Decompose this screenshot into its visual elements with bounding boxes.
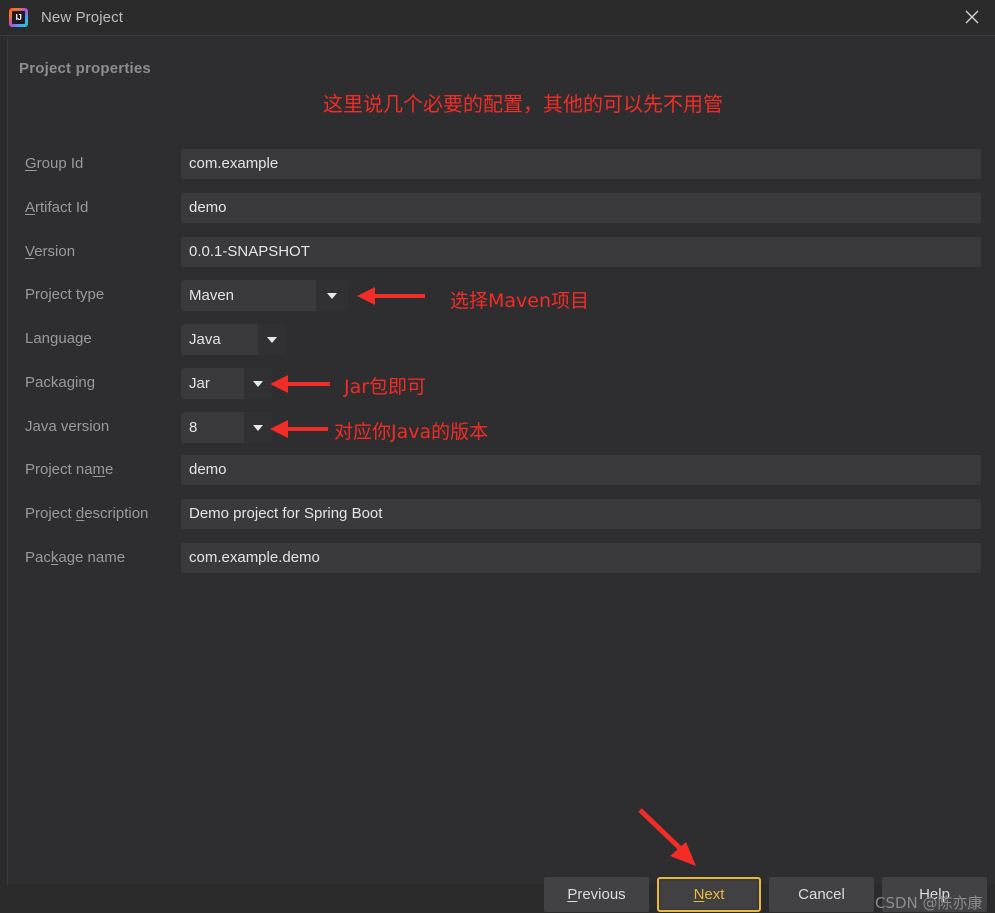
annotation-arrow-packaging	[270, 375, 330, 393]
title-bar: IJ New Project	[0, 0, 995, 35]
text-input[interactable]: com.example.demo	[181, 543, 981, 573]
annotation-project-type-note: 选择Maven项目	[450, 290, 590, 312]
dropdown-select[interactable]: 8	[181, 412, 272, 443]
next-button[interactable]: Next	[657, 877, 761, 912]
previous-button[interactable]: Previous	[544, 877, 649, 912]
form-row-label: Version	[25, 243, 76, 260]
form-row: Java version 8	[0, 412, 995, 443]
form-row-label: Artifact Id	[25, 199, 89, 216]
form-row-label: Group Id	[25, 155, 84, 172]
chevron-down-icon[interactable]	[258, 324, 286, 355]
text-input[interactable]: 0.0.1-SNAPSHOT	[181, 237, 981, 267]
next-button-label: Next	[693, 886, 725, 903]
chevron-down-icon[interactable]	[316, 280, 348, 311]
cancel-button[interactable]: Cancel	[769, 877, 874, 912]
text-input[interactable]: com.example	[181, 149, 981, 179]
dropdown-select[interactable]: Java	[181, 324, 286, 355]
form-row-label: Project type	[25, 286, 105, 303]
form-row: Version 0.0.1-SNAPSHOT	[0, 237, 995, 267]
section-title: Project properties	[19, 60, 151, 77]
text-input[interactable]: demo	[181, 455, 981, 485]
csdn-watermark: CSDN @陈亦康	[875, 894, 983, 912]
form-row: Language Java	[0, 324, 995, 355]
dropdown-value: Jar	[189, 375, 210, 392]
form-row: Artifact Id demo	[0, 193, 995, 223]
dropdown-value: Java	[189, 331, 221, 348]
form-row: Group Id com.example	[0, 149, 995, 179]
form-row-label: Packaging	[25, 374, 96, 391]
form-row: Packaging Jar	[0, 368, 995, 399]
text-input[interactable]: demo	[181, 193, 981, 223]
intellij-idea-icon: IJ	[9, 8, 28, 27]
form-row-label: Language	[25, 330, 92, 347]
window-title: New Project	[41, 9, 123, 26]
close-icon[interactable]	[949, 0, 995, 34]
annotation-java-version-note: 对应你Java的版本	[334, 421, 489, 443]
dropdown-select[interactable]: Maven	[181, 280, 348, 311]
chevron-down-icon[interactable]	[244, 412, 272, 443]
new-project-dialog: Project properties Group Id com.example Ar…	[0, 35, 995, 912]
form-row-label: Project description	[25, 505, 149, 522]
form-row-label: Project name	[25, 461, 114, 478]
annotation-arrow-next-button	[638, 808, 696, 866]
form-row: Project description Demo project for Spri…	[0, 499, 995, 529]
dropdown-value: Maven	[189, 287, 235, 304]
dropdown-value: 8	[189, 419, 198, 436]
form-row-label: Package name	[25, 549, 126, 566]
annotation-arrow-project-type	[357, 287, 425, 305]
dropdown-select[interactable]: Jar	[181, 368, 272, 399]
chevron-down-icon[interactable]	[244, 368, 272, 399]
form-row: Package name com.example.demo	[0, 543, 995, 573]
annotation-top-note: 这里说几个必要的配置，其他的可以先不用管	[323, 92, 723, 116]
form-row: Project name demo	[0, 455, 995, 485]
annotation-packaging-note: Jar包即可	[344, 376, 427, 398]
text-input[interactable]: Demo project for Spring Boot	[181, 499, 981, 529]
annotation-arrow-java-version	[270, 420, 328, 438]
cancel-button-label: Cancel	[798, 886, 845, 903]
form-row-label: Java version	[25, 418, 110, 435]
previous-button-label: Previous	[567, 886, 626, 903]
